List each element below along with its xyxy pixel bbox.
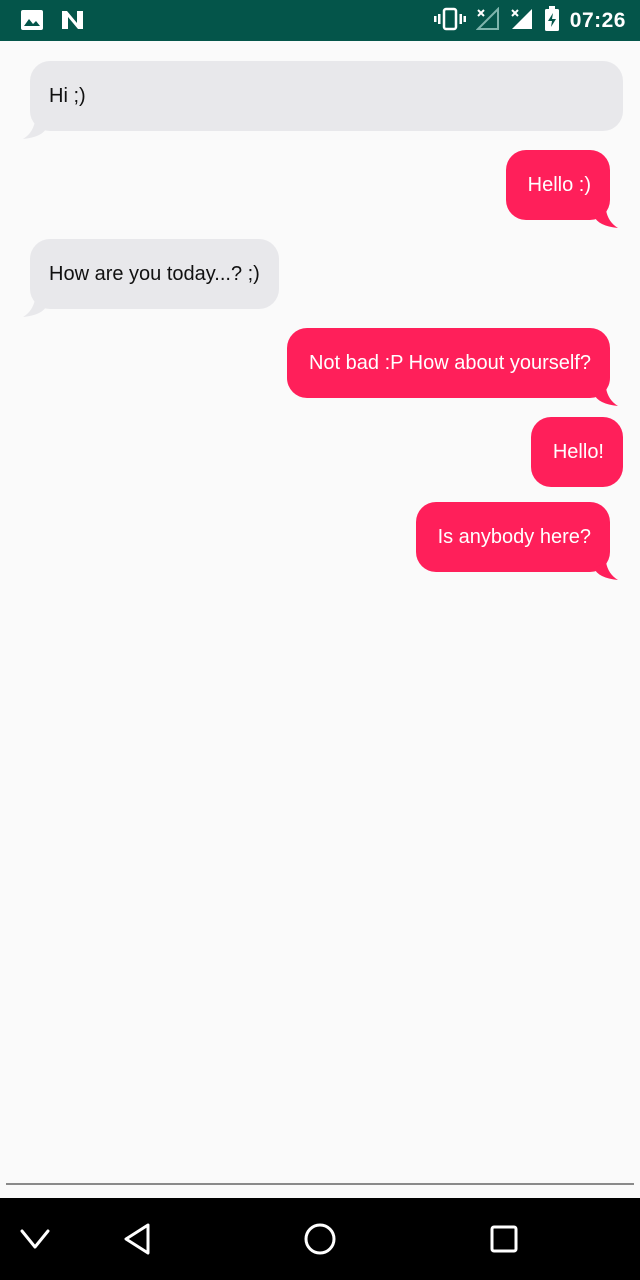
hide-keyboard-icon	[20, 1229, 50, 1249]
bubble-tail	[594, 210, 618, 228]
message-text: Is anybody here?	[437, 526, 591, 548]
hide-keyboard-button[interactable]	[0, 1198, 75, 1280]
message-text: Hello!	[552, 441, 604, 463]
input-divider	[6, 1183, 634, 1185]
recents-button[interactable]	[464, 1198, 544, 1280]
message-outgoing: Is anybody here?	[415, 502, 618, 580]
vibrate-icon	[433, 7, 466, 36]
message-text: How are you today...? ;)	[49, 263, 260, 285]
navigation-bar	[0, 1198, 640, 1280]
message-bubble: Not bad :P How about yourself?	[286, 328, 618, 406]
message-bubble: Hi ;)	[23, 61, 623, 139]
home-button[interactable]	[280, 1198, 360, 1280]
message-outgoing: Not bad :P How about yourself?	[286, 328, 618, 406]
cell-signal-icon	[510, 7, 534, 36]
message-bubble: Hello!	[530, 417, 623, 487]
bubble-tail	[594, 388, 618, 406]
message-outgoing: Hello :)	[505, 150, 618, 228]
bubble-tail	[594, 562, 618, 580]
status-time: 07:26	[569, 9, 626, 32]
battery-charging-icon	[544, 5, 560, 37]
message-bubble: Is anybody here?	[415, 502, 618, 580]
message-outgoing: Hello!	[530, 417, 623, 487]
back-icon	[124, 1223, 150, 1255]
no-signal-icon	[475, 6, 500, 36]
message-text: Not bad :P How about yourself?	[308, 352, 591, 374]
status-bar: 07:26	[0, 0, 640, 41]
n-app-icon	[60, 9, 86, 36]
bubble-tail	[23, 121, 47, 139]
message-list[interactable]: Hi ;) Hello :) How are you today...? ;) …	[0, 41, 640, 1183]
recents-icon	[490, 1225, 518, 1253]
home-icon	[304, 1223, 336, 1255]
back-button[interactable]	[97, 1198, 177, 1280]
message-incoming: How are you today...? ;)	[23, 239, 279, 317]
bubble-tail	[23, 299, 47, 317]
image-icon	[20, 9, 44, 36]
message-text: Hi ;)	[49, 85, 86, 107]
message-text: Hello :)	[527, 174, 591, 196]
message-bubble: How are you today...? ;)	[23, 239, 279, 317]
message-bubble: Hello :)	[505, 150, 618, 228]
message-incoming: Hi ;)	[23, 61, 623, 139]
